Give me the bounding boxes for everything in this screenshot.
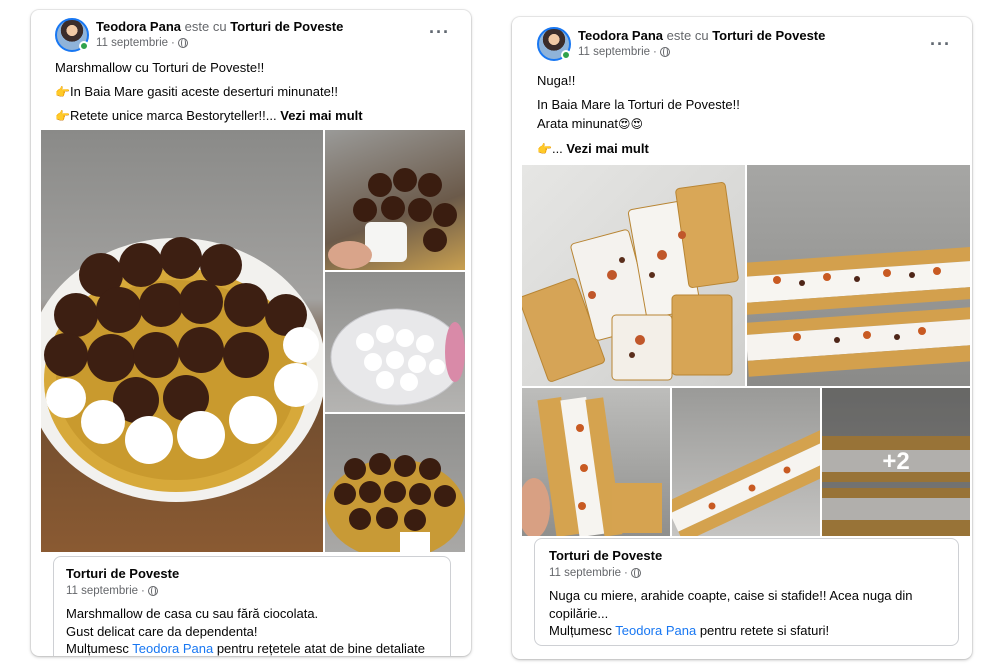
tagged-page-link[interactable]: Torturi de Poveste xyxy=(712,28,825,43)
marshmallow-photo-3[interactable] xyxy=(325,272,465,412)
marshmallow-photo-2[interactable] xyxy=(325,130,465,270)
globe-icon xyxy=(659,47,670,57)
thanks-text: Mulțumesc xyxy=(549,623,612,638)
nougat-illustration xyxy=(747,246,970,377)
post-date-link[interactable]: 11 septembrie xyxy=(578,44,650,60)
left-post-card: Teodora Pana este cu Torturi de Poveste … xyxy=(31,10,471,656)
right-post-text: Nuga!! In Baia Mare la Torturi de Povest… xyxy=(537,71,957,159)
left-post-header: Teodora Pana este cu Torturi de Poveste … xyxy=(55,18,343,52)
post-date-link[interactable]: 11 septembrie xyxy=(96,35,168,51)
shared-line: Marshmallow de casa cu sau fără ciocolat… xyxy=(66,606,319,621)
see-more-link[interactable]: Vezi mai mult xyxy=(566,141,648,156)
right-post-card: Teodora Pana este cu Torturi de Poveste … xyxy=(512,17,972,659)
nougat-illustration xyxy=(522,396,662,536)
author-avatar[interactable] xyxy=(537,27,571,61)
ellipsis-icon[interactable]: ··· xyxy=(429,23,450,41)
marshmallow-photo-4[interactable] xyxy=(325,414,465,552)
separator: · xyxy=(624,567,628,579)
separator: · xyxy=(141,585,145,597)
post-line: Arata minunat xyxy=(537,116,618,131)
pointing-hand-emoji: 👉 xyxy=(537,141,552,156)
mention-link[interactable]: Teodora Pana xyxy=(615,623,696,638)
separator: · xyxy=(653,46,657,58)
post-line: Marshmallow cu Torturi de Poveste!! xyxy=(55,60,265,75)
author-name-link[interactable]: Teodora Pana xyxy=(96,19,181,34)
shared-line: Gust delicat care da dependenta! xyxy=(66,623,258,639)
more-photos-count[interactable]: +2 xyxy=(822,388,970,536)
shared-page-name[interactable]: Torturi de Poveste xyxy=(66,565,438,583)
pointing-hand-emoji: 👉 xyxy=(55,109,70,123)
separator: · xyxy=(171,37,175,49)
author-name-link[interactable]: Teodora Pana xyxy=(578,28,663,43)
shared-line: Nuga cu miere, arahide coapte, caise si … xyxy=(549,588,913,621)
nougat-photo-4[interactable] xyxy=(672,388,820,536)
connector-text: este cu xyxy=(666,28,709,43)
thanks-text: Mulțumesc xyxy=(66,641,129,656)
marshmallow-illustration xyxy=(330,308,465,406)
mention-link[interactable]: Teodora Pana xyxy=(132,641,213,656)
post-line: Retete unice marca Bestoryteller!!... xyxy=(69,108,277,123)
marshmallow-illustration xyxy=(325,453,465,552)
shared-post-box[interactable]: Torturi de Poveste 11 septembrie · Marshm… xyxy=(53,556,451,656)
left-post-text: Marshmallow cu Torturi de Poveste!! 👉In … xyxy=(55,58,455,127)
author-avatar[interactable] xyxy=(55,18,89,52)
marshmallow-illustration xyxy=(328,168,457,269)
nougat-photo-5[interactable]: +2 xyxy=(822,388,970,536)
marshmallow-illustration xyxy=(41,237,323,502)
nougat-photo-1[interactable] xyxy=(522,165,745,386)
post-attribution: Teodora Pana este cu Torturi de Poveste xyxy=(96,18,343,35)
see-more-link[interactable]: Vezi mai mult xyxy=(280,108,362,123)
post-line: In Baia Mare la Torturi de Poveste!! xyxy=(537,96,740,112)
shared-page-name[interactable]: Torturi de Poveste xyxy=(549,547,944,565)
shared-date[interactable]: 11 septembrie xyxy=(66,583,138,599)
tagged-page-link[interactable]: Torturi de Poveste xyxy=(230,19,343,34)
nougat-photo-3[interactable] xyxy=(522,388,670,536)
globe-icon xyxy=(147,586,158,596)
nougat-illustration xyxy=(672,426,820,536)
shared-post-box[interactable]: Torturi de Poveste 11 septembrie · Nuga c… xyxy=(534,538,959,646)
globe-icon xyxy=(177,38,188,48)
post-line: In Baia Mare gasiti aceste deserturi min… xyxy=(69,83,339,99)
connector-text: este cu xyxy=(184,19,227,34)
nougat-illustration xyxy=(522,182,739,382)
shared-date[interactable]: 11 septembrie xyxy=(549,565,621,581)
online-status-icon xyxy=(561,50,571,60)
thanks-rest: pentru retete si sfaturi! xyxy=(699,623,830,638)
online-status-icon xyxy=(79,41,89,51)
globe-icon xyxy=(630,568,641,578)
nougat-photo-2[interactable] xyxy=(747,165,970,386)
heart-eyes-emoji: 😍😍 xyxy=(617,117,643,131)
shared-text: Marshmallow de casa cu sau fără ciocolat… xyxy=(66,605,438,656)
ellipsis-text: ... xyxy=(551,140,563,156)
shared-text: Nuga cu miere, arahide coapte, caise si … xyxy=(549,587,944,640)
marshmallow-photo-main[interactable] xyxy=(41,130,323,552)
ellipsis-icon[interactable]: ··· xyxy=(930,35,951,53)
post-line: Nuga!! xyxy=(537,73,576,88)
pointing-hand-emoji: 👉 xyxy=(55,84,70,99)
post-attribution: Teodora Pana este cu Torturi de Poveste xyxy=(578,27,825,44)
right-post-header: Teodora Pana este cu Torturi de Poveste … xyxy=(537,27,825,61)
